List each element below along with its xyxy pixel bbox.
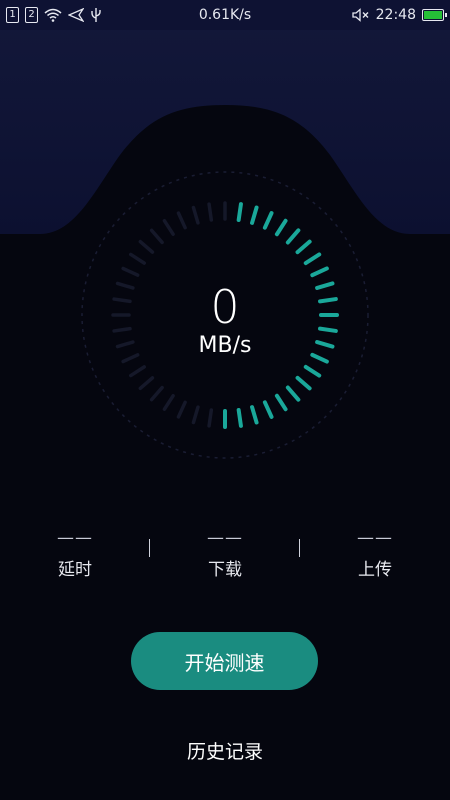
gauge-tick-inactive — [176, 211, 187, 230]
gauge-tick-active — [285, 228, 301, 245]
stat-latency: —— 延时 — [0, 525, 150, 580]
gauge-tick-inactive — [176, 400, 187, 419]
gauge-tick-inactive — [138, 239, 155, 254]
gauge-tick-active — [262, 211, 274, 230]
clock: 22:48 — [375, 7, 416, 23]
sim1-label: 1 — [9, 9, 16, 20]
gauge-tick-inactive — [207, 202, 214, 222]
mute-icon — [351, 8, 369, 22]
gauge-tick-active — [310, 266, 329, 278]
sim-icon: 2 — [25, 7, 38, 23]
send-icon — [68, 8, 84, 22]
gauge-tick-active — [303, 252, 322, 266]
gauge-tick-inactive — [149, 228, 164, 245]
gauge-tick-active — [295, 375, 312, 391]
gauge-tick-active — [262, 400, 274, 419]
gauge-tick-inactive — [191, 205, 200, 225]
gauge-tick-active — [274, 218, 288, 237]
wifi-icon — [44, 8, 62, 22]
sim-icon: 1 — [6, 7, 19, 23]
gauge-tick-active — [295, 239, 312, 255]
battery-level — [424, 11, 442, 19]
gauge-tick-inactive — [138, 376, 155, 391]
stats-row: —— 延时 —— 下载 —— 上传 — [0, 525, 450, 585]
status-right: 22:48 — [351, 7, 450, 23]
gauge-tick-inactive — [129, 365, 146, 378]
network-speed: 0.61K/s — [198, 7, 252, 23]
speed-unit: MB/s — [198, 333, 252, 358]
sim2-label: 2 — [28, 9, 35, 20]
status-bar: 1 2 0.61K/s 22:48 — [0, 0, 450, 30]
status-left: 1 2 — [0, 7, 102, 23]
gauge-tick-active — [250, 205, 259, 225]
history-link[interactable]: 历史记录 — [0, 737, 450, 764]
gauge-tick-inactive — [129, 252, 146, 265]
stat-upload: —— 上传 — [300, 525, 450, 580]
upload-label: 上传 — [358, 560, 392, 580]
gauge-tick-inactive — [162, 394, 175, 411]
gauge-tick-active — [285, 385, 301, 402]
latency-label: 延时 — [58, 560, 92, 580]
gauge-tick-inactive — [121, 266, 140, 277]
gauge-tick-active — [236, 202, 243, 222]
start-test-button[interactable]: 开始测速 — [131, 632, 318, 690]
usb-icon — [91, 8, 101, 22]
gauge-tick-inactive — [162, 219, 175, 236]
latency-value: —— — [57, 528, 93, 548]
download-label: 下载 — [208, 560, 242, 580]
battery-icon — [422, 9, 447, 21]
gauge-tick-active — [303, 364, 322, 378]
speed-value: 0 — [210, 280, 240, 334]
download-value: —— — [207, 528, 243, 548]
gauge-tick-inactive — [207, 408, 214, 428]
gauge-tick-inactive — [191, 405, 200, 425]
stat-download: —— 下载 — [150, 525, 300, 580]
gauge-tick-active — [236, 408, 243, 428]
gauge-tick-inactive — [149, 385, 164, 402]
upload-value: —— — [357, 528, 393, 548]
gauge-tick-active — [274, 393, 288, 412]
gauge-tick-active — [250, 405, 259, 425]
